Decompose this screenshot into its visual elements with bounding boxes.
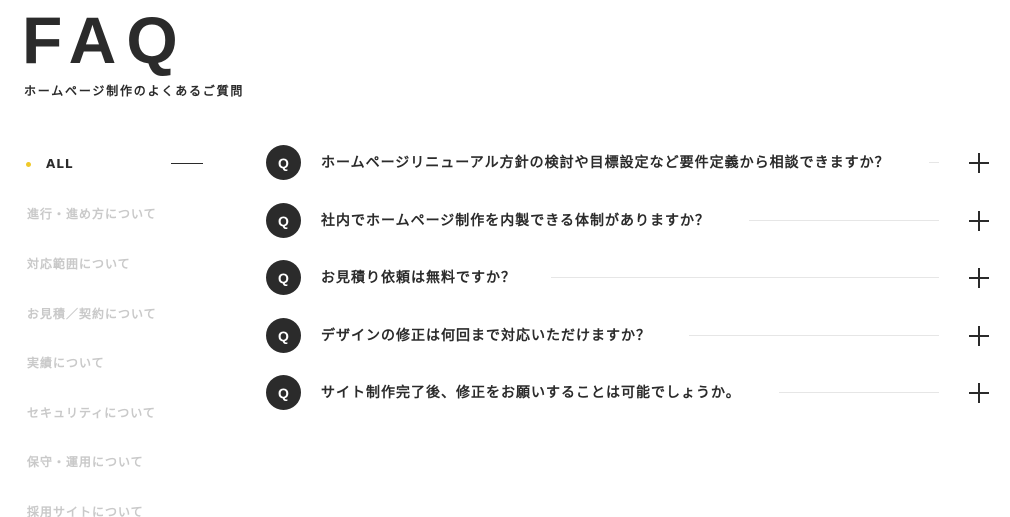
plus-icon[interactable] xyxy=(968,210,990,232)
divider xyxy=(749,220,939,221)
category-label: セキュリティについて xyxy=(27,405,156,420)
category-label: 対応範囲について xyxy=(27,256,131,271)
plus-icon[interactable] xyxy=(968,382,990,404)
faq-item[interactable]: Q 社内でホームページ制作を内製できる体制がありますか？ xyxy=(266,203,990,239)
faq-item[interactable]: Q お見積り依頼は無料ですか？ xyxy=(266,260,990,296)
category-recruit-site[interactable]: 採用サイトについて xyxy=(27,500,144,517)
plus-icon[interactable] xyxy=(968,152,990,174)
category-estimate-contract[interactable]: お見積／契約について xyxy=(27,302,157,324)
faq-item[interactable]: Q デザインの修正は何回まで対応いただけますか？ xyxy=(266,318,990,354)
category-nav: ALL 進行・進め方について 対応範囲について お見積／契約について 実績につい… xyxy=(0,0,240,517)
question-badge: Q xyxy=(266,318,301,353)
category-scope[interactable]: 対応範囲について xyxy=(27,252,131,274)
category-label: 保守・運用について xyxy=(27,454,144,469)
category-all[interactable]: ALL xyxy=(26,153,74,175)
category-label: お見積／契約について xyxy=(27,306,157,321)
question-text: お見積り依頼は無料ですか？ xyxy=(321,270,516,286)
divider xyxy=(929,162,939,163)
category-label: 進行・進め方について xyxy=(27,206,157,221)
category-label: ALL xyxy=(46,157,74,171)
divider xyxy=(689,335,939,336)
faq-page: FAQ ホームページ制作のよくあるご質問 ALL 進行・進め方について 対応範囲… xyxy=(0,0,1010,517)
question-badge: Q xyxy=(266,260,301,295)
active-indicator-line xyxy=(171,163,203,164)
question-badge: Q xyxy=(266,203,301,238)
category-maintenance[interactable]: 保守・運用について xyxy=(27,450,144,472)
category-progress[interactable]: 進行・進め方について xyxy=(27,202,157,224)
plus-icon[interactable] xyxy=(968,325,990,347)
question-text: サイト制作完了後、修正をお願いすることは可能でしょうか。 xyxy=(321,385,741,401)
category-label: 実績について xyxy=(27,355,105,370)
divider xyxy=(779,392,939,393)
faq-item[interactable]: Q サイト制作完了後、修正をお願いすることは可能でしょうか。 xyxy=(266,375,990,411)
divider xyxy=(551,277,939,278)
question-text: 社内でホームページ制作を内製できる体制がありますか？ xyxy=(321,213,711,229)
category-security[interactable]: セキュリティについて xyxy=(27,401,156,423)
faq-item[interactable]: Q ホームページリニューアル方針の検討や目標設定など要件定義から相談できますか？ xyxy=(266,145,990,181)
plus-icon[interactable] xyxy=(968,267,990,289)
question-badge: Q xyxy=(266,375,301,410)
category-label: 採用サイトについて xyxy=(27,504,144,517)
question-text: ホームページリニューアル方針の検討や目標設定など要件定義から相談できますか？ xyxy=(321,155,890,171)
question-badge: Q xyxy=(266,145,301,180)
dot-icon xyxy=(26,161,31,167)
question-text: デザインの修正は何回まで対応いただけますか？ xyxy=(321,328,651,344)
category-works[interactable]: 実績について xyxy=(27,351,105,373)
